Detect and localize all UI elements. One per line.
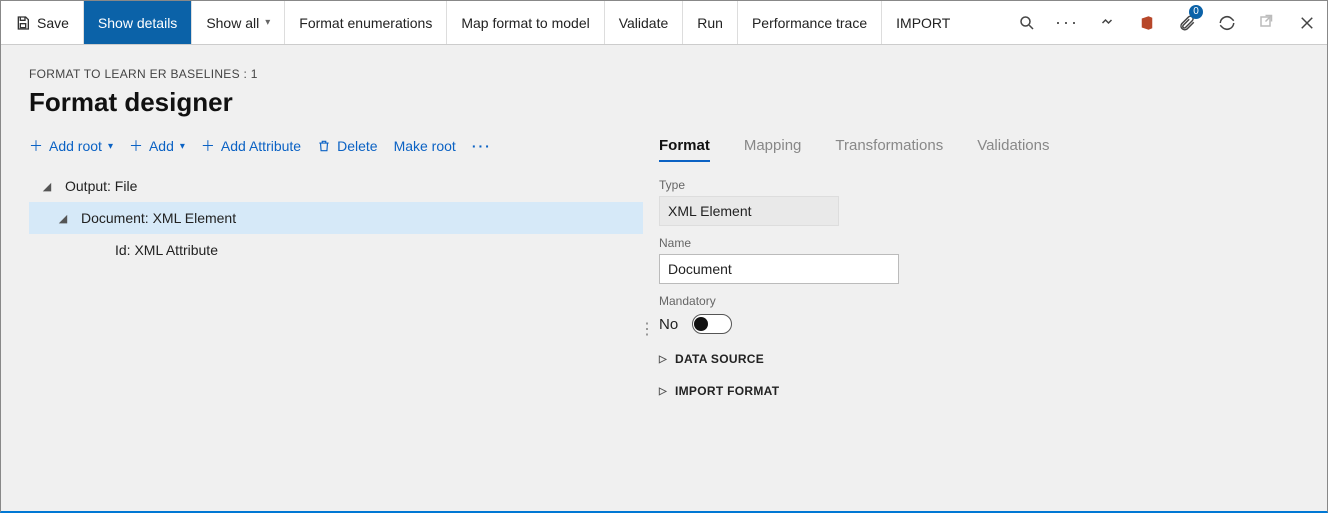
chevron-down-icon: ▾ [265,17,270,28]
add-root-button[interactable]: ＋ Add root ▾ [29,136,113,156]
import-label: IMPORT [896,15,950,31]
run-button[interactable]: Run [683,1,737,44]
tree-node-output[interactable]: ◢ Output: File [29,170,643,202]
save-button[interactable]: Save [1,1,83,44]
details-tabs: Format Mapping Transformations Validatio… [659,137,1299,162]
chevron-down-icon: ▾ [108,141,113,152]
save-icon [15,15,31,31]
mandatory-label: Mandatory [659,294,1299,308]
make-root-label: Make root [394,138,456,154]
mandatory-value: No [659,316,678,333]
mandatory-toggle[interactable] [692,314,732,334]
import-button[interactable]: IMPORT [882,1,964,44]
delete-label: Delete [337,138,377,154]
connector-icon [1098,14,1116,32]
format-enumerations-label: Format enumerations [299,15,432,31]
format-enumerations-button[interactable]: Format enumerations [285,1,446,44]
expander-import-format[interactable]: ▷ IMPORT FORMAT [659,384,1299,398]
performance-trace-label: Performance trace [752,15,867,31]
chevron-right-icon: ▷ [659,354,667,365]
type-value: XML Element [659,196,839,226]
refresh-icon [1218,14,1236,32]
search-icon [1018,14,1036,32]
tree-node-label: Document: XML Element [81,210,236,226]
attachments-badge: 0 [1189,5,1203,19]
add-label: Add [149,138,174,154]
attachments-icon-button[interactable]: 0 [1167,1,1207,45]
show-all-button[interactable]: Show all ▾ [192,1,284,44]
tab-mapping[interactable]: Mapping [744,137,802,162]
search-icon-button[interactable] [1007,1,1047,45]
drag-handle-icon[interactable]: ⋮ [639,319,655,339]
command-bar: ＋ Add root ▾ ＋ Add ▾ ＋ Add Attribute Del… [29,136,643,156]
validate-label: Validate [619,15,669,31]
plus-icon: ＋ [29,136,43,156]
add-attribute-label: Add Attribute [221,138,301,154]
tree-node-document[interactable]: ◢ Document: XML Element [29,202,643,234]
content-area: FORMAT TO LEARN ER BASELINES : 1 Format … [1,45,1327,511]
tab-format[interactable]: Format [659,137,710,162]
add-attribute-button[interactable]: ＋ Add Attribute [201,136,301,156]
connector-icon-button[interactable] [1087,1,1127,45]
show-details-button[interactable]: Show details [84,1,191,44]
details-pane: ⋮ Format Mapping Transformations Validat… [659,67,1299,489]
expander-label: DATA SOURCE [675,352,764,366]
expander-data-source[interactable]: ▷ DATA SOURCE [659,352,1299,366]
popout-icon [1258,14,1276,32]
chevron-right-icon: ▷ [659,386,667,397]
toolbar-right: ··· 0 [1007,1,1327,44]
office-icon [1138,14,1156,32]
map-format-label: Map format to model [461,15,589,31]
more-commands-button[interactable]: ··· [472,138,492,154]
show-all-label: Show all [206,15,259,31]
collapse-icon[interactable]: ◢ [37,180,57,193]
performance-trace-button[interactable]: Performance trace [738,1,881,44]
show-details-label: Show details [98,15,177,31]
name-label: Name [659,236,1299,250]
close-icon [1298,14,1316,32]
tree-node-label: Id: XML Attribute [115,242,218,258]
collapse-icon[interactable]: ◢ [53,212,73,225]
validate-button[interactable]: Validate [605,1,683,44]
format-tree: ◢ Output: File ◢ Document: XML Element I… [29,170,643,266]
save-label: Save [37,15,69,31]
tab-validations[interactable]: Validations [977,137,1049,162]
office-icon-button[interactable] [1127,1,1167,45]
plus-icon: ＋ [129,136,143,156]
page-title: Format designer [29,87,643,118]
chevron-down-icon: ▾ [180,141,185,152]
delete-button[interactable]: Delete [317,138,377,154]
left-pane: FORMAT TO LEARN ER BASELINES : 1 Format … [29,67,643,489]
tree-node-id[interactable]: Id: XML Attribute [29,234,643,266]
type-label: Type [659,178,1299,192]
tab-transformations[interactable]: Transformations [835,137,943,162]
refresh-icon-button[interactable] [1207,1,1247,45]
tree-node-label: Output: File [65,178,137,194]
expander-label: IMPORT FORMAT [675,384,779,398]
trash-icon [317,139,331,153]
run-label: Run [697,15,723,31]
name-input[interactable] [659,254,899,284]
plus-icon: ＋ [201,136,215,156]
close-icon-button[interactable] [1287,1,1327,45]
make-root-button[interactable]: Make root [394,138,456,154]
top-toolbar: Save Show details Show all ▾ Format enum… [1,1,1327,45]
breadcrumb: FORMAT TO LEARN ER BASELINES : 1 [29,67,643,81]
add-button[interactable]: ＋ Add ▾ [129,136,185,156]
popout-icon-button[interactable] [1247,1,1287,45]
add-root-label: Add root [49,138,102,154]
map-format-button[interactable]: Map format to model [447,1,603,44]
more-icon-button[interactable]: ··· [1047,1,1087,45]
